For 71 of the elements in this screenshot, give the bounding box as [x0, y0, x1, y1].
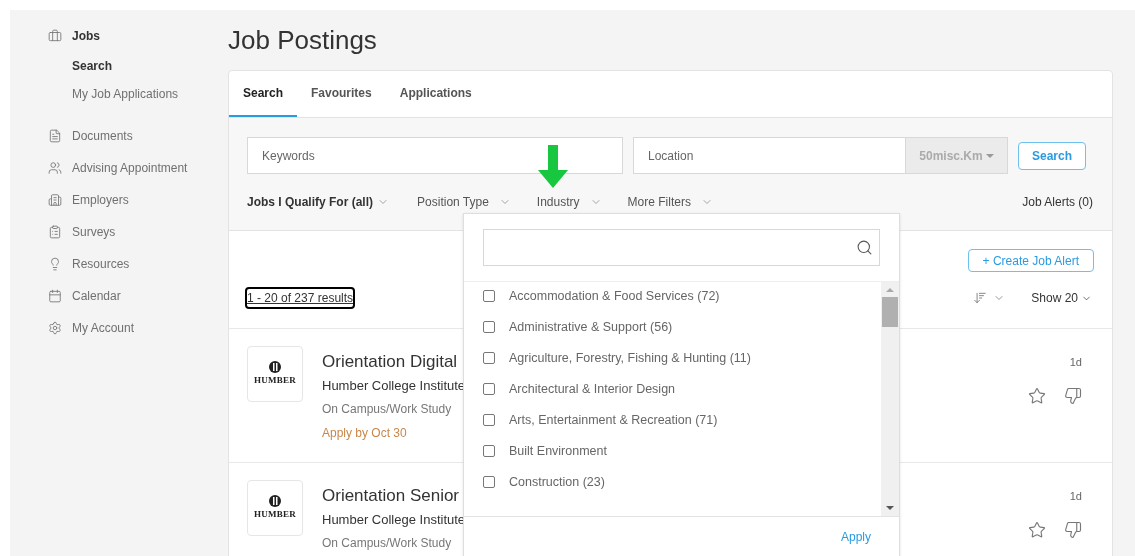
- sidebar-item[interactable]: Surveys: [48, 216, 228, 248]
- company-name: Humber College Institute: [322, 377, 466, 395]
- page-title: Job Postings: [228, 23, 377, 57]
- briefcase-icon: [48, 29, 62, 43]
- sidebar-item[interactable]: Resources: [48, 248, 228, 280]
- posted-age: 1d: [1069, 489, 1082, 504]
- calendar-icon: [48, 289, 62, 303]
- logo-text: HUMBER: [254, 374, 296, 388]
- checkbox[interactable]: [483, 476, 495, 488]
- apply-button[interactable]: Apply: [840, 528, 871, 546]
- industry-option[interactable]: Construction (23): [464, 465, 881, 499]
- location-field[interactable]: Location: [633, 137, 906, 174]
- industry-option[interactable]: Agriculture, Forestry, Fishing & Hunting (11): [464, 341, 881, 375]
- favourite-star-icon[interactable]: [1028, 520, 1046, 539]
- checkbox[interactable]: [483, 321, 495, 333]
- show-count-dropdown[interactable]: Show 20: [1031, 289, 1092, 307]
- logo-mark-icon: [268, 494, 282, 509]
- job-alerts-link[interactable]: Job Alerts (0): [1022, 193, 1093, 211]
- checkbox[interactable]: [483, 445, 495, 457]
- keywords-field[interactable]: Keywords: [247, 137, 623, 174]
- sort-icon: [973, 291, 988, 305]
- thumbs-down-icon[interactable]: [1064, 520, 1082, 539]
- sidebar-subitem[interactable]: Search: [48, 52, 228, 80]
- logo-text: HUMBER: [254, 508, 296, 522]
- industry-option[interactable]: Accommodation & Food Services (72): [464, 282, 881, 313]
- building-icon: [48, 193, 62, 207]
- checkbox[interactable]: [483, 290, 495, 302]
- company-name: Humber College Institute: [322, 511, 466, 529]
- settings-icon: [48, 321, 62, 335]
- industry-search-field[interactable]: [483, 229, 880, 266]
- sidebar-item[interactable]: My Account: [48, 312, 228, 344]
- search-button[interactable]: Search: [1018, 141, 1087, 170]
- job-type: On Campus/Work Study: [322, 534, 453, 552]
- industry-option[interactable]: Architectural & Interior Design: [464, 372, 881, 406]
- sidebar-item[interactable]: Advising Appointment: [48, 152, 228, 184]
- checkbox[interactable]: [483, 414, 495, 426]
- results-count: 1 - 20 of 237 results: [247, 289, 354, 307]
- logo-mark-icon: [268, 360, 282, 375]
- checkbox[interactable]: [483, 383, 495, 395]
- industry-option[interactable]: Administrative & Support (56): [464, 310, 881, 344]
- filter-dropdown[interactable]: More Filters: [627, 193, 713, 211]
- caret-icon: [985, 153, 994, 158]
- industry-option[interactable]: Arts, Entertainment & Recreation (71): [464, 403, 881, 437]
- sidebar-item[interactable]: Employers: [48, 184, 228, 216]
- search-icon: [856, 239, 873, 256]
- thumbs-down-icon[interactable]: [1064, 386, 1082, 405]
- posted-age: 1d: [1069, 355, 1082, 370]
- filter-dropdown[interactable]: Industry: [536, 193, 602, 211]
- sidebar-item[interactable]: Jobs: [48, 20, 228, 52]
- checkbox[interactable]: [483, 352, 495, 364]
- sidebar-item[interactable]: Calendar: [48, 280, 228, 312]
- favourite-star-icon[interactable]: [1028, 386, 1046, 405]
- filter-dropdown[interactable]: Jobs I Qualify For (all): [247, 193, 390, 211]
- people-icon: [48, 161, 62, 175]
- clipboard-icon: [48, 225, 62, 239]
- sidebar-item[interactable]: Documents: [48, 120, 228, 152]
- scrollbar[interactable]: [881, 282, 899, 516]
- sidebar-subitem[interactable]: My Job Applications: [48, 80, 228, 108]
- document-icon: [48, 129, 62, 143]
- apply-deadline: Apply by Oct 30: [322, 424, 408, 442]
- tab[interactable]: Favourites: [297, 71, 386, 117]
- sort-dropdown[interactable]: [973, 291, 1006, 305]
- lightbulb-icon: [48, 257, 62, 271]
- create-job-alert-button[interactable]: + Create Job Alert: [967, 249, 1094, 272]
- arrow-icon: [538, 145, 568, 188]
- job-title[interactable]: Orientation Digital: [322, 351, 466, 373]
- job-type: On Campus/Work Study: [322, 400, 453, 418]
- filter-dropdown[interactable]: Position Type: [417, 193, 511, 211]
- industry-option[interactable]: Built Environment: [464, 434, 881, 468]
- tab[interactable]: Applications: [385, 71, 486, 117]
- job-title[interactable]: Orientation Senior: [322, 485, 466, 507]
